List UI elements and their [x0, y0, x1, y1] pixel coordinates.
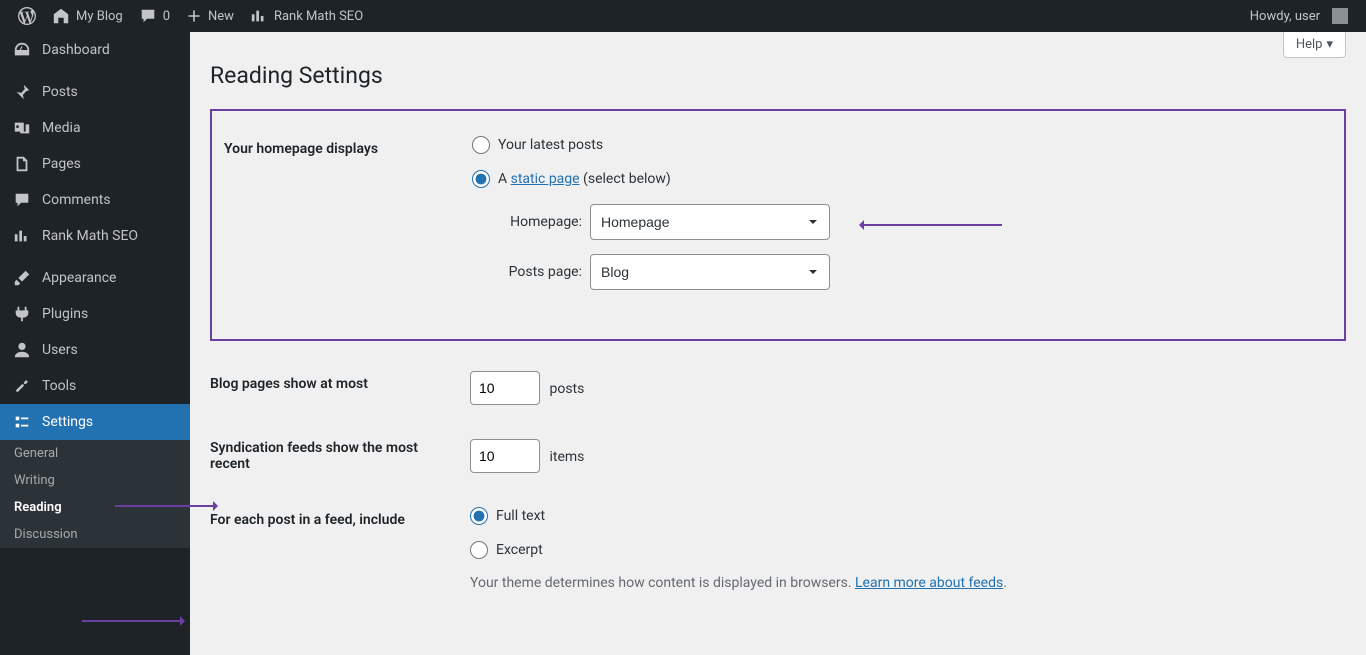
wrench-icon	[12, 376, 32, 396]
radio-excerpt-label[interactable]: Excerpt	[496, 542, 543, 558]
rankmath-adminbar[interactable]: Rank Math SEO	[242, 0, 371, 32]
radio-latest-posts[interactable]	[472, 136, 490, 154]
menu-dashboard[interactable]: Dashboard	[0, 32, 190, 68]
radio-full-text-label[interactable]: Full text	[496, 508, 545, 524]
wp-logo[interactable]	[10, 0, 44, 32]
media-icon	[12, 118, 32, 138]
account-link[interactable]: Howdy, user	[1242, 0, 1356, 32]
homepage-select[interactable]: Homepage	[590, 204, 830, 240]
menu-pages[interactable]: Pages	[0, 146, 190, 182]
feed-include-label: For each post in a feed, include	[210, 492, 460, 606]
feed-description: Your theme determines how content is dis…	[470, 575, 1336, 591]
brush-icon	[12, 268, 32, 288]
submenu-discussion[interactable]: Discussion	[0, 521, 190, 548]
settings-icon	[12, 412, 32, 432]
settings-submenu: General Writing Reading Discussion	[0, 440, 190, 548]
comment-icon	[139, 7, 157, 25]
homepage-select-label: Homepage:	[492, 214, 582, 230]
menu-rankmath[interactable]: Rank Math SEO	[0, 218, 190, 254]
radio-full-text[interactable]	[470, 507, 488, 525]
avatar	[1332, 8, 1348, 24]
chart-icon	[250, 7, 268, 25]
menu-settings[interactable]: Settings	[0, 404, 190, 440]
plug-icon	[12, 304, 32, 324]
page-title: Reading Settings	[210, 62, 1346, 89]
help-tab[interactable]: Help ▾	[1283, 32, 1346, 58]
admin-sidebar: Dashboard Posts Media Pages Comments Ran…	[0, 32, 190, 655]
static-page-link[interactable]: static page	[511, 171, 580, 187]
menu-appearance[interactable]: Appearance	[0, 260, 190, 296]
chevron-down-icon: ▾	[1326, 37, 1333, 52]
new-content-link[interactable]: New	[178, 0, 242, 32]
submenu-reading[interactable]: Reading	[0, 494, 190, 521]
plus-icon	[186, 8, 202, 24]
home-icon	[52, 7, 70, 25]
content-area: Help ▾ Reading Settings Your homepage di…	[190, 32, 1366, 655]
blog-pages-input[interactable]	[470, 371, 540, 405]
page-icon	[12, 154, 32, 174]
annotation-arrow	[862, 224, 1002, 226]
radio-excerpt[interactable]	[470, 541, 488, 559]
radio-static-page[interactable]	[472, 170, 490, 188]
menu-plugins[interactable]: Plugins	[0, 296, 190, 332]
posts-page-select-label: Posts page:	[492, 264, 582, 280]
wordpress-icon	[18, 7, 36, 25]
admin-bar: My Blog 0 New Rank Math SEO Howdy, user	[0, 0, 1366, 32]
menu-comments[interactable]: Comments	[0, 182, 190, 218]
radio-latest-posts-label[interactable]: Your latest posts	[498, 137, 603, 153]
pin-icon	[12, 82, 32, 102]
homepage-displays-label: Your homepage displays	[212, 121, 462, 319]
syndication-unit: items	[549, 449, 584, 465]
highlight-annotation: Your homepage displays Your latest posts…	[210, 109, 1346, 341]
submenu-writing[interactable]: Writing	[0, 467, 190, 494]
menu-users[interactable]: Users	[0, 332, 190, 368]
comments-icon	[12, 190, 32, 210]
site-name-link[interactable]: My Blog	[44, 0, 131, 32]
learn-more-feeds-link[interactable]: Learn more about feeds	[855, 575, 1003, 591]
annotation-arrow-reading	[82, 620, 182, 622]
menu-media[interactable]: Media	[0, 110, 190, 146]
blog-pages-label: Blog pages show at most	[210, 356, 460, 420]
syndication-input[interactable]	[470, 439, 540, 473]
annotation-arrow-settings	[115, 505, 215, 507]
rankmath-icon	[12, 226, 32, 246]
syndication-label: Syndication feeds show the most recent	[210, 420, 460, 492]
posts-page-select[interactable]: Blog	[590, 254, 830, 290]
user-icon	[12, 340, 32, 360]
menu-tools[interactable]: Tools	[0, 368, 190, 404]
submenu-general[interactable]: General	[0, 440, 190, 467]
dashboard-icon	[12, 40, 32, 60]
radio-static-page-label[interactable]: A static page (select below)	[498, 171, 671, 187]
menu-posts[interactable]: Posts	[0, 74, 190, 110]
blog-pages-unit: posts	[549, 381, 584, 397]
comments-link[interactable]: 0	[131, 0, 178, 32]
